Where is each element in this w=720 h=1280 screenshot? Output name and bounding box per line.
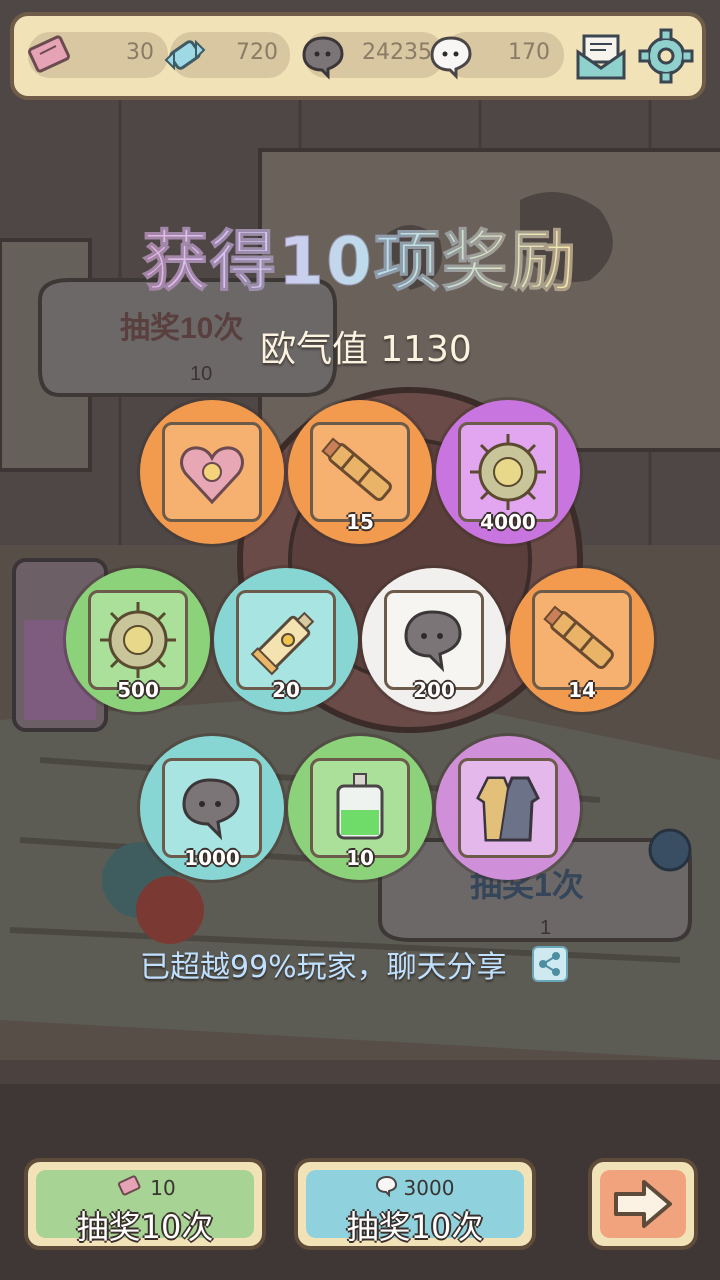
- reward-telescope[interactable]: 14: [510, 568, 654, 712]
- luck-row: 欧气值 1130: [0, 320, 720, 372]
- paint-tube-icon: [250, 611, 315, 676]
- reward-count: 200: [413, 678, 455, 702]
- arrow-right-icon: [614, 1180, 672, 1228]
- virus-coin-icon: [470, 434, 546, 510]
- coat-icon: [476, 776, 540, 842]
- reward-count: 10: [346, 846, 374, 870]
- luck-label: 欧气值: [260, 329, 369, 370]
- reward-virus-coin[interactable]: 4000: [436, 400, 580, 544]
- draw-10-bubble-button[interactable]: 3000 抽奖10次: [294, 1158, 536, 1250]
- draw-10-ticket-button[interactable]: 10 抽奖10次: [24, 1158, 266, 1250]
- draw-ticket-label: 抽奖10次: [76, 1208, 214, 1246]
- reward-dark-bubble[interactable]: 1000: [140, 736, 284, 880]
- sign-right-cost: 1: [540, 917, 551, 939]
- dark-bubble-icon: [182, 778, 240, 841]
- white-bubble-icon: [430, 36, 472, 80]
- telescope-icon: [543, 605, 614, 669]
- reward-count: 15: [346, 510, 374, 534]
- share-icon[interactable]: [532, 946, 568, 982]
- reward-paint-tube[interactable]: 20: [214, 568, 358, 712]
- virus-coin-icon: [100, 602, 176, 678]
- reward-potion-bottle[interactable]: 10: [288, 736, 432, 880]
- reward-count: 4000: [480, 510, 536, 534]
- reward-heart-gem[interactable]: [140, 400, 284, 544]
- white-bubble-count: 170: [508, 40, 550, 65]
- draw-bubble-cost: 3000: [403, 1176, 455, 1200]
- ticket-icon: [28, 35, 70, 73]
- candy-icon: [164, 39, 206, 71]
- reward-telescope[interactable]: 15: [288, 400, 432, 544]
- reward-count: 500: [117, 678, 159, 702]
- resource-bar: 30 720 24235 170: [10, 12, 706, 100]
- telescope-icon: [321, 437, 392, 501]
- draw-ticket-cost: 10: [150, 1176, 176, 1200]
- reward-virus-coin[interactable]: 500: [66, 568, 210, 712]
- reward-dark-bubble[interactable]: 200: [362, 568, 506, 712]
- share-text[interactable]: 已超越99%玩家，聊天分享: [140, 942, 540, 986]
- result-title: 获得10项奖励: [0, 208, 720, 304]
- reward-count: 14: [568, 678, 596, 702]
- dark-bubble-count: 24235: [362, 40, 432, 65]
- heart-gem-icon: [180, 446, 244, 505]
- draw-bubble-label: 抽奖10次: [346, 1208, 484, 1246]
- mail-icon[interactable]: [574, 30, 628, 82]
- dark-bubble-icon: [404, 610, 462, 673]
- ticket-count: 30: [126, 40, 154, 65]
- candy-count: 720: [236, 40, 278, 65]
- luck-value: 1130: [380, 329, 472, 370]
- reward-coat[interactable]: [436, 736, 580, 880]
- reward-count: 20: [272, 678, 300, 702]
- reward-count: 1000: [184, 846, 240, 870]
- potion-bottle-icon: [336, 773, 384, 840]
- dark-bubble-icon: [302, 36, 344, 80]
- next-button[interactable]: [588, 1158, 698, 1250]
- gear-icon[interactable]: [638, 28, 694, 84]
